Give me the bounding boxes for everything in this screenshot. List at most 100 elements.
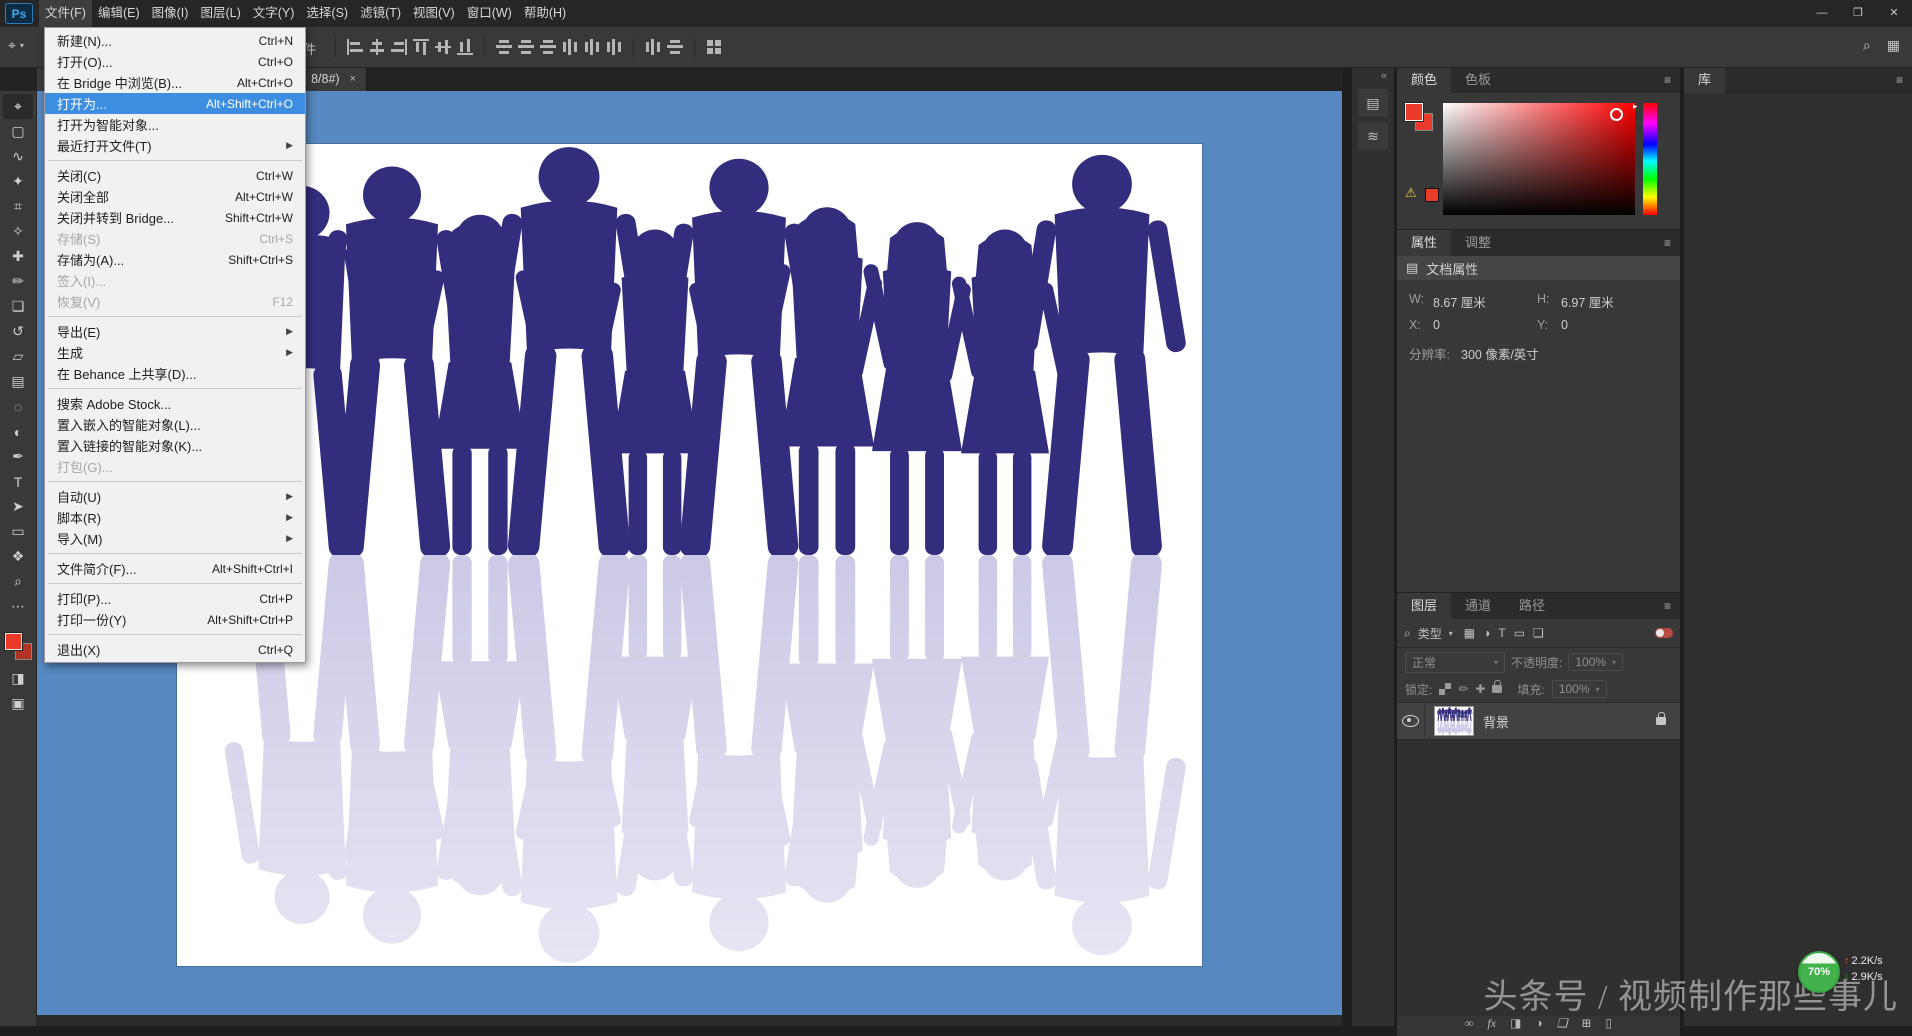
distribute-horizontal-centers-icon[interactable] (584, 39, 600, 55)
adjustment-filter-icon[interactable]: ◑ (1483, 626, 1490, 640)
panel-menu-icon[interactable]: ≡ (1655, 67, 1680, 93)
healing-brush-tool[interactable]: ✚ (3, 244, 33, 269)
pen-tool[interactable]: ✒ (3, 444, 33, 469)
menubar-item[interactable]: 文字(Y) (247, 0, 301, 27)
align-top-edges-icon[interactable] (413, 39, 429, 55)
tab-channels[interactable]: 通道 (1451, 593, 1505, 619)
layer-group-icon[interactable]: ❏ (1557, 1016, 1568, 1031)
file-menu-item[interactable]: 置入链接的智能对象(K)... (45, 435, 305, 456)
path-selection-tool[interactable]: ➤ (3, 494, 33, 519)
more-tools[interactable]: ⋯ (3, 594, 33, 619)
tool-preset-picker[interactable]: ⌖ ▾ (8, 37, 24, 54)
menubar-item[interactable]: 图层(L) (194, 0, 246, 27)
saturation-brightness-field[interactable] (1443, 103, 1635, 215)
lock-transparency-icon[interactable] (1439, 683, 1451, 695)
distribute-spacing-vertical-icon[interactable] (667, 39, 683, 55)
tab-color[interactable]: 颜色 (1397, 67, 1451, 93)
file-menu-item[interactable]: 恢复(V) F12 (45, 291, 305, 312)
smart-object-filter-icon[interactable]: ❏ (1533, 626, 1544, 640)
menubar-item[interactable]: 视图(V) (407, 0, 461, 27)
history-brush-tool[interactable]: ↺ (3, 319, 33, 344)
type-filter-icon[interactable]: T (1498, 626, 1505, 640)
zoom-tool[interactable]: ⌕ (3, 569, 33, 594)
file-menu-item[interactable]: 置入嵌入的智能对象(L)... (45, 414, 305, 435)
file-menu-item[interactable]: 生成 ▶ (45, 342, 305, 363)
file-menu-item[interactable]: 最近打开文件(T) ▶ (45, 135, 305, 156)
layer-name[interactable]: 背景 (1483, 712, 1509, 731)
move-tool[interactable]: ⌖ (3, 94, 33, 119)
foreground-color-swatch[interactable] (1405, 103, 1423, 121)
file-menu-item[interactable]: 存储(S) Ctrl+S (45, 228, 305, 249)
eyedropper-tool[interactable]: ✧ (3, 219, 33, 244)
distribute-top-edges-icon[interactable] (496, 39, 512, 55)
link-layers-icon[interactable]: ∞ (1465, 1016, 1474, 1031)
expand-dock-icon[interactable]: « (1352, 67, 1394, 84)
quick-selection-tool[interactable]: ✦ (3, 169, 33, 194)
file-menu-item[interactable]: 打印一份(Y) Alt+Shift+Ctrl+P (45, 609, 305, 630)
marquee-tool[interactable]: ▢ (3, 119, 33, 144)
crop-tool[interactable]: ⌗ (3, 194, 33, 219)
panel-menu-icon[interactable]: ≡ (1655, 593, 1680, 619)
collapsed-panel-board-icon[interactable]: ▤ (1358, 89, 1388, 117)
brush-tool[interactable]: ✏ (3, 269, 33, 294)
adjustment-layer-icon[interactable]: ◑ (1535, 1016, 1542, 1031)
tab-layers[interactable]: 图层 (1397, 593, 1451, 619)
collapsed-panel-waves-icon[interactable]: ≋ (1358, 122, 1388, 150)
file-menu-item[interactable]: 打印(P)... Ctrl+P (45, 588, 305, 609)
menubar-item[interactable]: 编辑(E) (92, 0, 146, 27)
blend-mode-select[interactable]: 正常 ▾ (1405, 652, 1505, 673)
layer-thumbnail[interactable] (1434, 706, 1474, 736)
layer-visibility-toggle[interactable] (1397, 703, 1425, 739)
maximize-button[interactable]: ❐ (1840, 0, 1876, 27)
align-vertical-centers-icon[interactable] (435, 39, 451, 55)
menubar-item[interactable]: 窗口(W) (461, 0, 518, 27)
gamut-color-swatch[interactable] (1425, 188, 1439, 202)
type-tool[interactable]: T (3, 469, 33, 494)
search-icon[interactable]: ⌕ (1863, 37, 1871, 54)
menubar-item[interactable]: 图像(I) (146, 0, 195, 27)
file-menu-item[interactable]: 新建(N)... Ctrl+N (45, 30, 305, 51)
gradient-tool[interactable]: ▤ (3, 369, 33, 394)
layer-effects-icon[interactable]: fx (1487, 1016, 1496, 1031)
tab-swatches[interactable]: 色板 (1451, 67, 1505, 93)
filter-type-label[interactable]: 类型 (1418, 625, 1442, 642)
file-menu-item[interactable]: 打开为智能对象... (45, 114, 305, 135)
align-right-edges-icon[interactable] (391, 39, 407, 55)
align-horizontal-centers-icon[interactable] (369, 39, 385, 55)
close-tab-icon[interactable]: × (350, 73, 356, 85)
menubar-item[interactable]: 文件(F) (39, 0, 92, 27)
hue-slider[interactable] (1643, 103, 1657, 215)
lasso-tool[interactable]: ∿ (3, 144, 33, 169)
screen-mode-tool[interactable]: ▣ (3, 691, 33, 716)
clone-stamp-tool[interactable]: ❏ (3, 294, 33, 319)
file-menu-item[interactable]: 打开为... Alt+Shift+Ctrl+O (45, 93, 305, 114)
shape-tool[interactable]: ▭ (3, 519, 33, 544)
file-menu-item[interactable]: 文件简介(F)... Alt+Shift+Ctrl+I (45, 558, 305, 579)
panel-menu-icon[interactable]: ≡ (1655, 230, 1680, 256)
menubar-item[interactable]: 滤镜(T) (354, 0, 407, 27)
eraser-tool[interactable]: ▱ (3, 344, 33, 369)
align-bottom-edges-icon[interactable] (457, 39, 473, 55)
file-menu-item[interactable]: 搜索 Adobe Stock... (45, 393, 305, 414)
lock-pixels-icon[interactable]: ✏ (1458, 682, 1468, 696)
color-swatch-control[interactable] (5, 633, 32, 660)
file-menu-item[interactable]: 关闭全部 Alt+Ctrl+W (45, 186, 305, 207)
layer-row[interactable]: 背景 (1397, 703, 1680, 740)
pixel-filter-icon[interactable]: ▦ (1464, 626, 1475, 640)
tab-libraries[interactable]: 库 (1684, 67, 1725, 93)
file-menu-item[interactable]: 关闭(C) Ctrl+W (45, 165, 305, 186)
foreground-color-swatch[interactable] (5, 633, 22, 650)
new-layer-icon[interactable]: ⊞ (1581, 1016, 1591, 1031)
opacity-select[interactable]: 100% ▾ (1568, 653, 1623, 671)
distribute-bottom-edges-icon[interactable] (540, 39, 556, 55)
distribute-vertical-centers-icon[interactable] (518, 39, 534, 55)
file-menu-item[interactable]: 存储为(A)... Shift+Ctrl+S (45, 249, 305, 270)
shape-filter-icon[interactable]: ▭ (1514, 626, 1525, 640)
distribute-spacing-horizontal-icon[interactable] (645, 39, 661, 55)
minimize-button[interactable]: — (1804, 0, 1840, 27)
file-menu-item[interactable]: 在 Behance 上共享(D)... (45, 363, 305, 384)
file-menu-item[interactable]: 关闭并转到 Bridge... Shift+Ctrl+W (45, 207, 305, 228)
distribute-right-edges-icon[interactable] (606, 39, 622, 55)
filter-toggle[interactable] (1655, 628, 1673, 638)
fill-select[interactable]: 100% ▾ (1552, 680, 1607, 698)
